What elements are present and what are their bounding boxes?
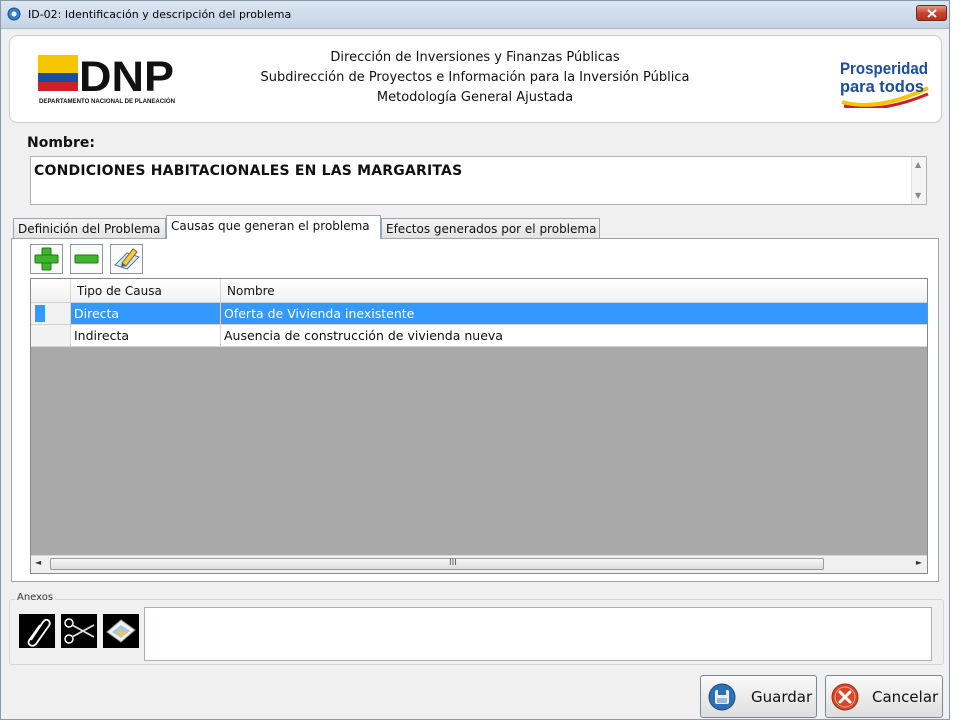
nombre-field[interactable]: CONDICIONES HABITACIONALES EN LAS MARGAR… — [30, 156, 927, 205]
grid-horizontal-scrollbar[interactable]: ◄ III ► — [31, 555, 927, 573]
minus-icon — [74, 254, 99, 264]
scroll-right-arrow-icon[interactable]: ► — [916, 558, 922, 567]
header-line-1: Dirección de Inversiones y Finanzas Públ… — [330, 50, 620, 65]
attach-button[interactable] — [19, 614, 55, 648]
nombre-scrollbar[interactable]: ▲ ▼ — [911, 157, 926, 204]
logo-text: DNP — [79, 53, 174, 101]
dnp-logo: DNP DEPARTAMENTO NACIONAL DE PLANEACIÓN — [38, 53, 175, 105]
close-icon — [927, 9, 937, 18]
row-selector-marker — [35, 305, 45, 322]
images-button[interactable] — [103, 614, 139, 648]
save-button-label: Guardar — [751, 688, 813, 706]
grid-header: Tipo de Causa Nombre — [31, 279, 927, 303]
nombre-value: CONDICIONES HABITACIONALES EN LAS MARGAR… — [34, 163, 463, 179]
scrollbar-grip: III — [449, 558, 457, 568]
cancel-icon — [831, 683, 859, 711]
table-row[interactable]: Directa Oferta de Vivienda inexistente — [31, 303, 927, 325]
prosperidad-logo: Prosperidad para todos — [840, 59, 929, 108]
column-header-tipo[interactable]: Tipo de Causa — [71, 279, 221, 302]
edit-button[interactable] — [110, 244, 143, 274]
brand-text-1: Prosperidad — [840, 59, 928, 78]
brand-text-2: para todos — [840, 77, 924, 96]
cell-tipo[interactable]: Directa — [71, 303, 221, 325]
header-line-3: Metodología General Ajustada — [376, 90, 574, 105]
edit-icon — [114, 248, 140, 270]
logo-subtext: DEPARTAMENTO NACIONAL DE PLANEACIÓN — [39, 97, 175, 105]
plus-icon — [34, 247, 59, 271]
cut-button[interactable] — [61, 614, 97, 648]
floppy-icon — [708, 683, 736, 711]
images-icon — [106, 619, 136, 643]
save-button[interactable]: Guardar — [700, 675, 817, 718]
scroll-left-arrow-icon[interactable]: ◄ — [35, 558, 41, 567]
app-icon — [7, 7, 21, 21]
cell-nombre[interactable]: Oferta de Vivienda inexistente — [221, 303, 927, 325]
anexos-label: Anexos — [15, 592, 56, 603]
scissors-icon — [64, 618, 95, 644]
add-button[interactable] — [30, 244, 63, 274]
scroll-down-arrow-icon[interactable]: ▼ — [915, 191, 921, 200]
grid-header-selector — [31, 279, 71, 302]
window-title: ID-02: Identificación y descripción del … — [28, 8, 292, 21]
title-bar[interactable]: ID-02: Identificación y descripción del … — [1, 1, 949, 29]
tab-definicion[interactable]: Definición del Problema — [13, 218, 166, 238]
scroll-up-arrow-icon[interactable]: ▲ — [915, 160, 921, 169]
anexos-list[interactable] — [144, 607, 932, 661]
tab-efectos[interactable]: Efectos generados por el problema — [381, 218, 600, 238]
scrollbar-thumb[interactable]: III — [50, 558, 824, 570]
column-header-nombre[interactable]: Nombre — [221, 279, 927, 302]
header-text: Dirección de Inversiones y Finanzas Públ… — [200, 48, 750, 108]
tab-panel-causas: Tipo de Causa Nombre Directa Oferta de V… — [11, 238, 939, 582]
cancel-button-label: Cancelar — [872, 688, 939, 706]
row-selector[interactable] — [31, 325, 71, 347]
causes-grid: Tipo de Causa Nombre Directa Oferta de V… — [30, 278, 928, 574]
background-strip — [950, 0, 960, 720]
paperclip-icon — [27, 618, 51, 647]
cell-nombre[interactable]: Ausencia de construcción de vivienda nue… — [221, 325, 927, 347]
header-line-2: Subdirección de Proyectos e Información … — [260, 70, 690, 85]
dialog-window: ID-02: Identificación y descripción del … — [0, 0, 950, 720]
remove-button[interactable] — [70, 244, 103, 274]
row-selector[interactable] — [31, 303, 71, 325]
nombre-label: Nombre: — [27, 135, 95, 151]
cancel-button[interactable]: Cancelar — [825, 675, 943, 718]
header-banner: DNP DEPARTAMENTO NACIONAL DE PLANEACIÓN … — [9, 35, 942, 123]
tab-causas[interactable]: Causas que generan el problema — [166, 215, 381, 239]
table-row[interactable]: Indirecta Ausencia de construcción de vi… — [31, 325, 927, 347]
cell-tipo[interactable]: Indirecta — [71, 325, 221, 347]
close-button[interactable] — [916, 5, 947, 21]
